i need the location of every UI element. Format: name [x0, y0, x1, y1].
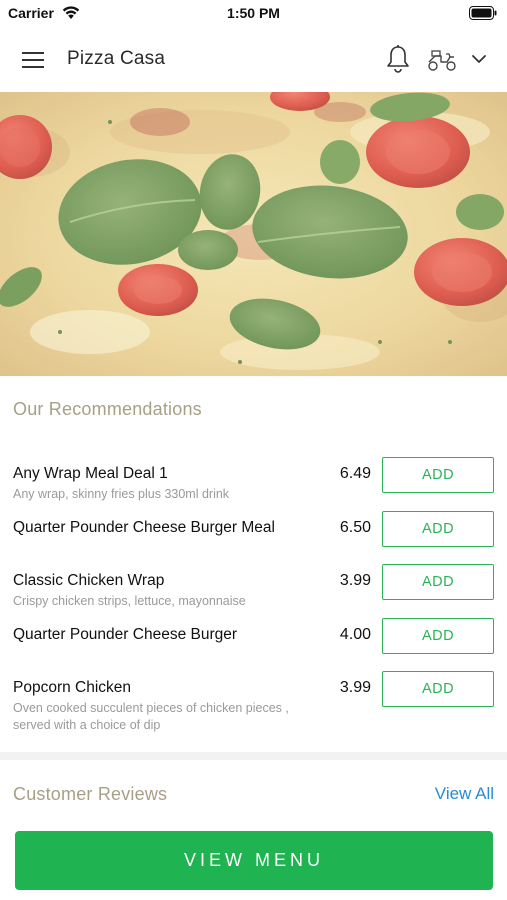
item-name: Popcorn Chicken — [13, 679, 132, 696]
add-button[interactable]: ADD — [382, 618, 494, 654]
chevron-down-icon[interactable] — [470, 52, 488, 66]
menu-icon[interactable] — [22, 50, 46, 70]
item-price: 6.49 — [339, 465, 371, 482]
reviews-title: Customer Reviews — [13, 784, 168, 804]
item-price: 4.00 — [339, 626, 371, 643]
item-name: Quarter Pounder Cheese Burger Meal — [13, 519, 275, 536]
status-time: 1:50 PM — [227, 5, 280, 21]
item-name: Quarter Pounder Cheese Burger — [13, 626, 238, 643]
add-button[interactable]: ADD — [382, 671, 494, 707]
item-description: Any wrap, skinny fries plus 330ml drink — [13, 487, 230, 501]
item-name: Any Wrap Meal Deal 1 — [13, 465, 168, 482]
add-button[interactable]: ADD — [382, 564, 494, 600]
view-menu-button[interactable]: VIEW MENU — [15, 831, 493, 890]
recommendations-title: Our Recommendations — [13, 399, 202, 419]
page-title: Pizza Casa — [67, 48, 166, 69]
add-button[interactable]: ADD — [382, 511, 494, 547]
item-price: 3.99 — [339, 679, 371, 696]
section-divider — [0, 752, 507, 760]
add-button[interactable]: ADD — [382, 457, 494, 493]
item-price: 6.50 — [339, 519, 371, 536]
hero-pizza-image — [0, 92, 507, 376]
item-name: Classic Chicken Wrap — [13, 572, 165, 589]
nav-bar: Pizza Casa — [0, 28, 507, 92]
bell-icon[interactable] — [385, 44, 411, 74]
item-description: Crispy chicken strips, lettuce, mayonnai… — [13, 594, 246, 608]
item-description: Oven cooked succulent pieces of chicken … — [13, 701, 289, 732]
pizza-illustration — [0, 92, 507, 376]
battery-icon — [469, 6, 497, 20]
item-price: 3.99 — [339, 572, 371, 589]
view-all-reviews-link[interactable]: View All — [435, 784, 494, 804]
status-bar: Carrier 1:50 PM — [0, 0, 507, 28]
delivery-icon[interactable] — [426, 48, 458, 72]
